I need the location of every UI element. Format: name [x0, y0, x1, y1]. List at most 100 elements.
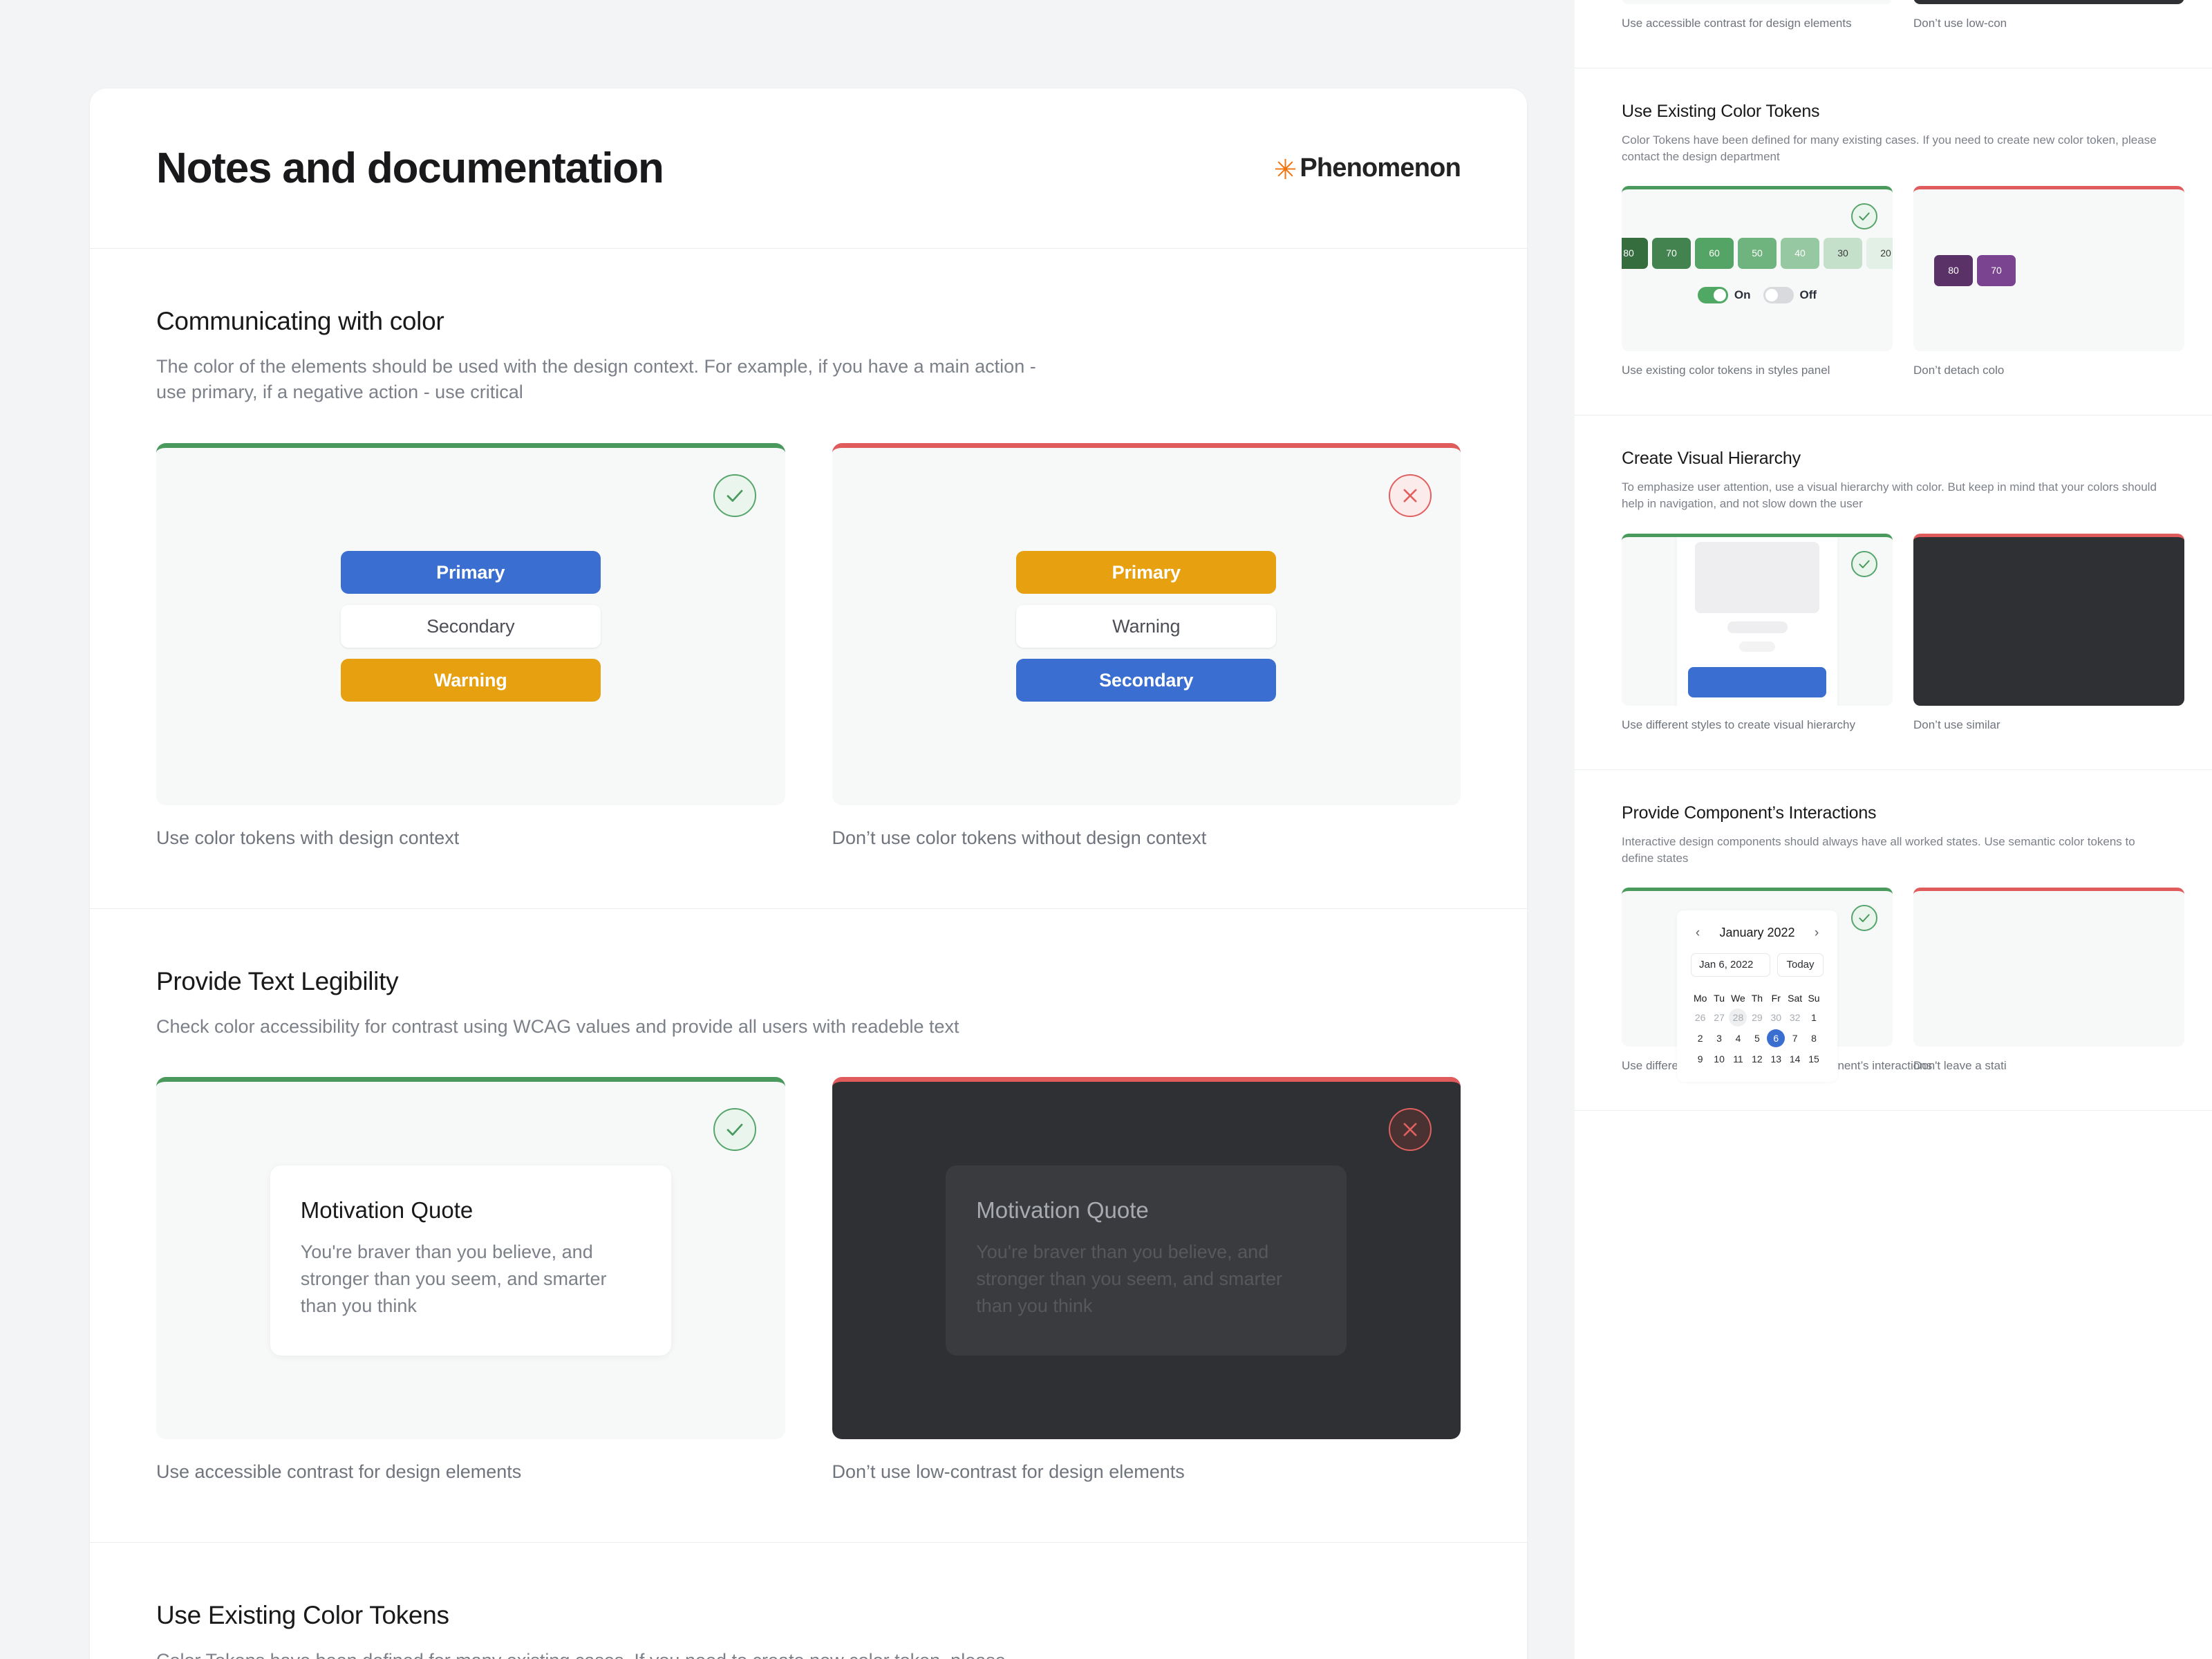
bad-caption: Don’t use color tokens without design co…: [832, 827, 1461, 849]
screen: Notes and documentation ✳ Phenomenon Com…: [0, 0, 2212, 1659]
calendar-day-cell[interactable]: 8: [1804, 1028, 1823, 1049]
section-use-existing-color-tokens: Use Existing Color Tokens Color Tokens h…: [90, 1543, 1527, 1659]
color-swatch[interactable]: 70: [1977, 255, 2016, 286]
color-swatch[interactable]: 50: [1738, 238, 1777, 269]
good-example-column: Use different styles to create visual hi…: [1622, 534, 1893, 732]
good-example-card: 80706050403020 On: [1622, 186, 1893, 351]
section-provide-text-legibility: Provide Text Legibility Check color acce…: [90, 909, 1527, 1543]
chevron-left-icon[interactable]: ‹: [1691, 926, 1705, 941]
color-swatch[interactable]: 40: [1781, 238, 1819, 269]
good-caption: Use accessible contrast for design eleme…: [1622, 17, 1893, 30]
bad-example-column: Primary Warning Secondary Don’t use colo…: [832, 443, 1461, 849]
calendar-day-pill: 29: [1748, 1009, 1766, 1027]
date-input[interactable]: Jan 6, 2022: [1691, 953, 1770, 977]
subtext-placeholder: [1739, 641, 1775, 652]
good-example-column: ‹ January 2022 › Jan 6, 2022 Today MoTuW…: [1622, 888, 1893, 1073]
good-example-column: 80706050403020 On: [1622, 186, 1893, 377]
section-description: Interactive design components should alw…: [1622, 834, 2165, 867]
quote-card: Motivation Quote You're braver than you …: [946, 1165, 1347, 1356]
good-example-column: Primary Secondary Warning Use color toke…: [156, 443, 785, 849]
bad-example-column: Don’t use similar: [1913, 534, 2184, 732]
toggle-label: On: [1734, 288, 1751, 302]
section-description: Color Tokens have been defined for many …: [156, 1648, 1055, 1659]
color-swatch[interactable]: 80: [1622, 238, 1648, 269]
calendar-day-pill: 4: [1729, 1029, 1747, 1047]
hierarchy-mock-card: [1677, 534, 1837, 706]
check-icon: [1851, 551, 1877, 577]
color-swatch[interactable]: 80: [1934, 255, 1973, 286]
calendar-day-cell[interactable]: 1: [1804, 1007, 1823, 1028]
calendar-day-pill: 14: [1786, 1050, 1804, 1068]
calendar-day-cell[interactable]: 27: [1709, 1007, 1728, 1028]
section-description: The color of the elements should be used…: [156, 354, 1055, 406]
rsection-create-visual-hierarchy: Create Visual Hierarchy To emphasize use…: [1575, 415, 2212, 769]
calendar-day-cell[interactable]: 5: [1747, 1028, 1766, 1049]
calendar-day-cell[interactable]: 13: [1767, 1049, 1785, 1069]
brand-logo: ✳ Phenomenon: [1274, 153, 1461, 183]
toggle-knob: [1714, 289, 1726, 301]
toggle-track[interactable]: [1698, 287, 1728, 303]
calendar-day-pill: 7: [1786, 1029, 1804, 1047]
today-button[interactable]: Today: [1777, 953, 1824, 977]
calendar-day-cell[interactable]: 9: [1691, 1049, 1709, 1069]
example-row: Motivation Quote You're braver than you …: [156, 1077, 1461, 1483]
calendar-day-cell[interactable]: 12: [1747, 1049, 1766, 1069]
section-description: Check color accessibility for contrast u…: [156, 1014, 1055, 1040]
calendar-day-cell[interactable]: 11: [1729, 1049, 1747, 1069]
section-title: Create Visual Hierarchy: [1622, 449, 2165, 469]
secondary-button[interactable]: Secondary: [1016, 659, 1276, 702]
cta-button[interactable]: [1688, 667, 1826, 697]
weekday-row: MoTuWeThFrSatSu: [1691, 989, 1824, 1007]
bad-example-column: Don't leave a stati: [1913, 888, 2184, 1073]
quote-body: You're braver than you believe, and stro…: [301, 1239, 641, 1320]
calendar-day-pill: 30: [1767, 1009, 1785, 1027]
color-swatch[interactable]: 70: [1652, 238, 1691, 269]
date-picker[interactable]: ‹ January 2022 › Jan 6, 2022 Today MoTuW…: [1677, 910, 1837, 1082]
secondary-button[interactable]: Secondary: [341, 605, 601, 648]
primary-button[interactable]: Primary: [341, 551, 601, 594]
calendar-day-cell[interactable]: 32: [1785, 1007, 1804, 1028]
calendar-day-cell[interactable]: 29: [1747, 1007, 1766, 1028]
toggle-label: Off: [1800, 288, 1817, 302]
good-caption: Use existing color tokens in styles pane…: [1622, 364, 1893, 377]
color-swatch[interactable]: 20: [1866, 238, 1893, 269]
calendar-day-cell[interactable]: 14: [1785, 1049, 1804, 1069]
calendar-day-cell[interactable]: 28: [1729, 1007, 1747, 1028]
color-token-demo: 80706050403020 On: [1622, 238, 1893, 303]
calendar-grid: MoTuWeThFrSatSu2627282930321234567891011…: [1691, 989, 1824, 1069]
bad-example-column: Don’t use low-con: [1913, 0, 2184, 30]
calendar-day-pill: 1: [1805, 1009, 1823, 1027]
good-example-card: ‹ January 2022 › Jan 6, 2022 Today MoTuW…: [1622, 888, 1893, 1047]
bad-caption: Don’t detach colo: [1913, 364, 2184, 377]
good-example-card: [1622, 534, 1893, 706]
calendar-day-cell[interactable]: 7: [1785, 1028, 1804, 1049]
toggle-track[interactable]: [1763, 287, 1794, 303]
calendar-day-cell[interactable]: 26: [1691, 1007, 1709, 1028]
calendar-day-pill: 27: [1710, 1009, 1728, 1027]
green-swatch-scale: 80706050403020: [1622, 238, 1893, 269]
color-swatch[interactable]: 30: [1824, 238, 1862, 269]
color-swatch[interactable]: 60: [1695, 238, 1734, 269]
calendar-day-cell[interactable]: 3: [1709, 1028, 1728, 1049]
chevron-right-icon[interactable]: ›: [1810, 926, 1824, 941]
calendar-day-cell[interactable]: 10: [1709, 1049, 1728, 1069]
good-caption: Use different styles to create visual hi…: [1622, 718, 1893, 732]
toggle-on[interactable]: On: [1698, 287, 1751, 303]
primary-button[interactable]: Primary: [1016, 551, 1276, 594]
documentation-panel-preview: Motivation Quote You're braver than you …: [1575, 0, 2212, 1659]
toggle-off[interactable]: Off: [1763, 287, 1817, 303]
calendar-day-cell[interactable]: 30: [1767, 1007, 1785, 1028]
calendar-day-cell[interactable]: 6: [1767, 1028, 1785, 1049]
cross-icon: [1389, 1108, 1432, 1151]
bad-example-card: [1913, 0, 2184, 4]
rsection-text-legibility-partial: Motivation Quote You're braver than you …: [1575, 0, 2212, 68]
calendar-day-pill: 12: [1748, 1050, 1766, 1068]
calendar-day-cell[interactable]: 2: [1691, 1028, 1709, 1049]
bad-caption: Don't leave a stati: [1913, 1059, 2184, 1073]
warning-button[interactable]: Warning: [1016, 605, 1276, 648]
warning-button[interactable]: Warning: [341, 659, 601, 702]
rsection-use-existing-color-tokens: Use Existing Color Tokens Color Tokens h…: [1575, 68, 2212, 415]
calendar-day-cell[interactable]: 15: [1804, 1049, 1823, 1069]
button-stack: Primary Secondary Warning: [341, 551, 601, 702]
calendar-day-cell[interactable]: 4: [1729, 1028, 1747, 1049]
